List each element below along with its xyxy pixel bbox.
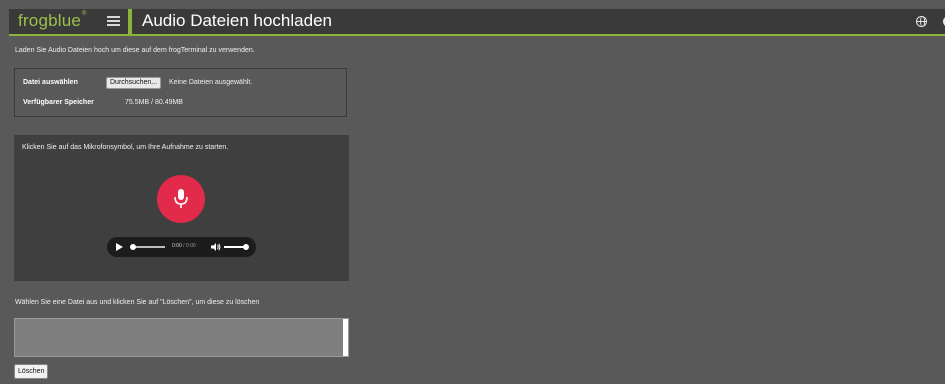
file-select-label: Datei auswählen — [23, 79, 78, 86]
audio-player: 0:00 / 0:00 — [107, 237, 256, 257]
intro-text: Laden Sie Audio Dateien hoch um diese au… — [15, 47, 255, 54]
storage-label: Verfügbarer Speicher — [23, 99, 94, 106]
volume-slider[interactable] — [224, 244, 249, 250]
globe-icon[interactable] — [916, 16, 927, 27]
file-status: Keine Dateien ausgewählt. — [169, 79, 253, 86]
seek-slider[interactable] — [130, 244, 165, 250]
title-accent-bar — [128, 9, 132, 34]
microphone-button[interactable] — [157, 175, 205, 223]
current-time: 0:00 — [172, 243, 182, 249]
delete-button[interactable]: Löschen — [14, 364, 49, 379]
menu-icon[interactable] — [107, 16, 120, 27]
browse-button[interactable]: Durchsuchen... — [106, 77, 162, 89]
logo: frogblue® — [18, 11, 87, 31]
volume-handle[interactable] — [243, 244, 249, 250]
logo-text: frogblue — [18, 11, 82, 30]
page-title: Audio Dateien hochladen — [142, 11, 332, 30]
time-display: 0:00 / 0:00 — [172, 243, 196, 249]
seek-handle[interactable] — [130, 244, 136, 250]
top-bar: frogblue® Audio Dateien hochladen — [9, 9, 945, 36]
duration: 0:00 — [185, 243, 196, 249]
volume-icon[interactable] — [211, 243, 221, 251]
time-separator: / — [183, 243, 185, 249]
microphone-icon — [174, 189, 188, 208]
storage-value: 75.5MB / 80.49MB — [125, 99, 183, 106]
logo-trademark: ® — [82, 11, 87, 17]
file-select-box: Datei auswählen Durchsuchen... Keine Dat… — [14, 68, 347, 117]
file-list-scrollbar[interactable] — [343, 319, 348, 356]
record-hint: Klicken Sie auf das Mikrofonsymbol, um I… — [22, 144, 229, 151]
play-icon[interactable] — [116, 243, 123, 251]
audio-file-list[interactable] — [14, 318, 349, 357]
recording-panel: Klicken Sie auf das Mikrofonsymbol, um I… — [14, 135, 349, 281]
delete-hint: Wählen Sie eine Datei aus und klicken Si… — [15, 299, 260, 306]
